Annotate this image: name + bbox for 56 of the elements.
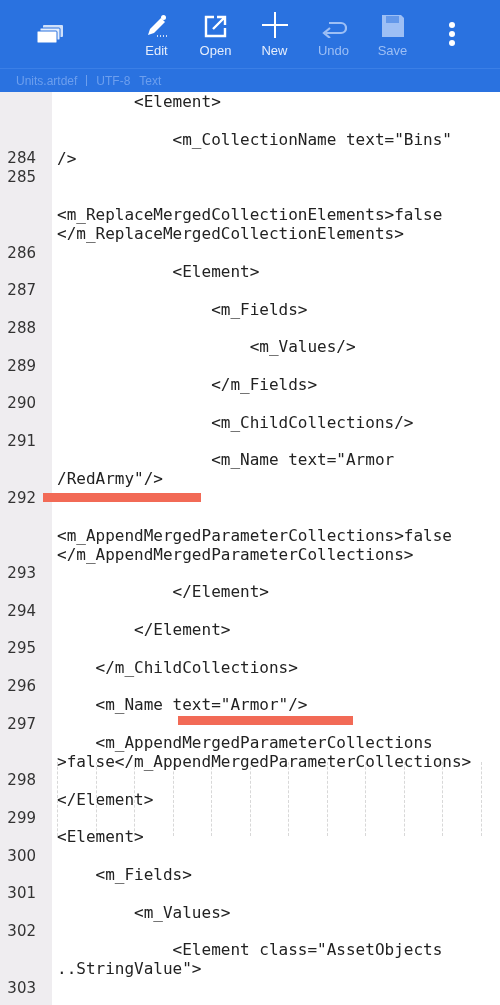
toolbar-button[interactable]: New bbox=[245, 7, 304, 61]
code-line: <m_Fields> bbox=[94, 867, 192, 883]
line-number: 295 bbox=[6, 641, 36, 657]
line-number: 288 bbox=[6, 321, 36, 337]
line-number: 287 bbox=[6, 283, 36, 299]
line-number: 301 bbox=[6, 886, 36, 902]
code-line: <m_Name text="Armor"/> bbox=[94, 697, 308, 714]
line-number: 286 bbox=[6, 245, 36, 261]
code-line: </Element> bbox=[133, 622, 231, 639]
code-line: <m_ChildCollections/> bbox=[210, 414, 414, 431]
code-line: <Element> bbox=[133, 94, 221, 111]
code-line: <Element> bbox=[171, 264, 260, 280]
more-icon[interactable] bbox=[448, 22, 456, 46]
plus-icon bbox=[261, 11, 288, 38]
code-line: </Element> bbox=[171, 584, 269, 601]
code-line: >false</m_AppendMergedParameterCollections> bbox=[57, 753, 472, 770]
line-number: 292 bbox=[6, 490, 36, 506]
code-line: <m_Values/> bbox=[248, 339, 356, 356]
windows-icon[interactable] bbox=[37, 25, 63, 43]
file-name: Units.artdef bbox=[16, 72, 78, 90]
line-number: 297 bbox=[6, 716, 36, 732]
code-line: <m_CollectionName text="Bins" bbox=[171, 132, 452, 149]
line-number: 303 bbox=[6, 980, 36, 996]
line-number: 302 bbox=[6, 924, 36, 940]
code-line: <m_Values> bbox=[133, 904, 231, 921]
line-number: 299 bbox=[6, 811, 36, 826]
line-number: 294 bbox=[6, 603, 36, 619]
file-encoding: UTF-8 bbox=[96, 72, 131, 90]
code-line: <m_ReplaceMergedCollectionElements>false bbox=[57, 207, 443, 224]
line-number: 291 bbox=[6, 434, 36, 450]
code-line: </Element> bbox=[57, 791, 154, 808]
code-line: <Element> bbox=[57, 829, 144, 846]
code-line: </m_ReplaceMergedCollectionElements> bbox=[57, 226, 404, 243]
code-line: </m_ChildCollections> bbox=[94, 659, 298, 676]
code-line: <m_AppendMergedParameterCollections>false bbox=[57, 527, 452, 544]
code-line: /> bbox=[57, 150, 77, 167]
code-line: ..StringValue"> bbox=[57, 961, 202, 978]
code-line: </m_AppendMergedParameterCollections> bbox=[57, 546, 414, 563]
line-number: 298 bbox=[6, 773, 36, 789]
line-number: 285 bbox=[6, 170, 36, 186]
toolbar-button[interactable]: Open bbox=[186, 7, 245, 61]
code-line: /RedArmy"/> bbox=[57, 471, 163, 488]
code-line: </m_Fields> bbox=[210, 377, 318, 394]
toolbar-button[interactable]: Edit bbox=[127, 7, 186, 61]
line-number: 296 bbox=[6, 679, 36, 695]
open-external-icon bbox=[203, 13, 228, 38]
code-line: <m_Name text="Armor bbox=[210, 452, 395, 469]
line-number: 290 bbox=[6, 396, 36, 412]
line-number: 289 bbox=[6, 358, 36, 374]
line-number: 284 bbox=[6, 151, 36, 167]
code-line: <m_AppendMergedParameterCollections bbox=[94, 735, 433, 752]
line-number: 293 bbox=[6, 566, 36, 581]
file-mode: Text bbox=[139, 72, 162, 90]
code-line: <m_Fields> bbox=[210, 301, 308, 318]
line-number: 300 bbox=[6, 848, 36, 864]
code-line: <Element class="AssetObjects bbox=[171, 942, 443, 959]
